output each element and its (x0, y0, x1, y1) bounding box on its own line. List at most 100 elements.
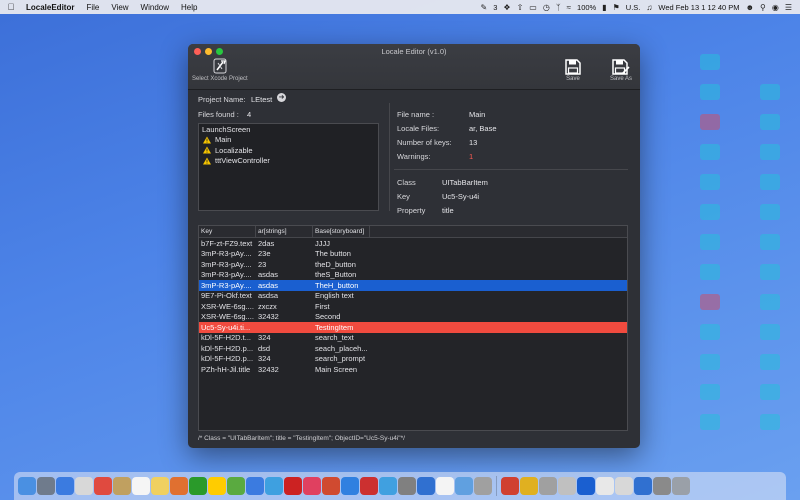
dropbox-icon[interactable]: ❖ (503, 3, 510, 12)
file-list-item[interactable]: Localizable (199, 145, 378, 156)
desktop-icon[interactable] (700, 114, 720, 130)
dock-app-icon[interactable] (18, 477, 36, 495)
dock-app-icon[interactable] (170, 477, 188, 495)
table-row[interactable]: b7F-zt-FZ9.text 2das JJJJ (199, 238, 627, 249)
menu-window[interactable]: Window (135, 3, 175, 12)
desktop-icon[interactable] (700, 84, 720, 100)
desktop-icon[interactable] (700, 144, 720, 160)
flag-icon[interactable]: ⚑ (613, 3, 620, 12)
dock-app-icon[interactable] (539, 477, 557, 495)
bluetooth-icon[interactable]: ᛉ (556, 3, 561, 12)
dock-app-icon[interactable] (360, 477, 378, 495)
notification-center-icon[interactable]: ☰ (785, 3, 792, 12)
dock-app-icon[interactable] (455, 477, 473, 495)
file-list-item[interactable]: Main (199, 135, 378, 146)
desktop-icon[interactable] (760, 174, 780, 190)
menu-view[interactable]: View (105, 3, 134, 12)
trash-icon[interactable] (672, 477, 690, 495)
dock-app-icon[interactable] (208, 477, 226, 495)
desktop-icon[interactable] (760, 354, 780, 370)
table-row[interactable]: kDl-5F-H2D.p... 324 search_prompt (199, 354, 627, 365)
file-list-item[interactable]: tttViewController (199, 156, 378, 167)
notes-icon[interactable]: ✎ (481, 3, 488, 12)
file-list-item[interactable]: LaunchScreen (199, 124, 378, 135)
desktop-icon[interactable] (700, 174, 720, 190)
user-icon[interactable]: ☻ (746, 3, 754, 12)
apple-menu-icon[interactable]:  (0, 2, 22, 12)
dock-app-icon[interactable] (189, 477, 207, 495)
desktop-icon[interactable] (760, 114, 780, 130)
dock-app-icon[interactable] (653, 477, 671, 495)
clock[interactable]: Wed Feb 13 1 12 40 PM (658, 3, 739, 12)
desktop-icon[interactable] (760, 204, 780, 220)
column-header-base[interactable]: Base[storyboard] (313, 226, 370, 237)
dock-app-icon[interactable] (265, 477, 283, 495)
table-row[interactable]: 3mP-R3-pAy.... 23 theD_button (199, 259, 627, 270)
dock-app-icon[interactable] (303, 477, 321, 495)
desktop-icon[interactable] (700, 324, 720, 340)
table-row[interactable]: XSR-WE-6sg.... 32432 Second (199, 312, 627, 323)
upload-icon[interactable]: ⇧ (517, 3, 524, 12)
desktop-icon[interactable] (700, 354, 720, 370)
table-row[interactable]: 3mP-R3-pAy.... asdas theS_Button (199, 270, 627, 281)
table-row[interactable]: kDl-5F-H2D.p... dsd seach_placeh... (199, 343, 627, 354)
keys-table[interactable]: Key ar[strings] Base[storyboard] b7F-zt-… (198, 225, 628, 431)
dock-app-icon[interactable] (520, 477, 538, 495)
column-header-key[interactable]: Key (199, 226, 256, 237)
dock-app-icon[interactable] (341, 477, 359, 495)
dock-app-icon[interactable] (56, 477, 74, 495)
table-row[interactable]: 9E7-Pi-Okf.text asdsa English text (199, 291, 627, 302)
table-row[interactable]: XSR-WE-6sg.... zxczx First (199, 301, 627, 312)
dock-app-icon[interactable] (558, 477, 576, 495)
dock-app-icon[interactable] (132, 477, 150, 495)
dock-app-icon[interactable] (398, 477, 416, 495)
desktop-icon[interactable] (760, 84, 780, 100)
dock-app-icon[interactable] (246, 477, 264, 495)
dock-app-icon[interactable] (151, 477, 169, 495)
desktop-icon[interactable] (760, 294, 780, 310)
spotlight-search-icon[interactable]: ⚲ (760, 3, 766, 12)
desktop-icon[interactable] (760, 324, 780, 340)
dock-app-icon[interactable] (596, 477, 614, 495)
desktop-icon[interactable] (700, 264, 720, 280)
dock-app-icon[interactable] (474, 477, 492, 495)
input-source[interactable]: U.S. (626, 3, 641, 12)
dock-app-icon[interactable] (615, 477, 633, 495)
desktop-icon[interactable] (700, 414, 720, 430)
files-list[interactable]: LaunchScreen Main Localizable tttViewContro… (198, 123, 379, 211)
menu-file[interactable]: File (80, 3, 105, 12)
dock-app-icon[interactable] (417, 477, 435, 495)
desktop-icon[interactable] (700, 234, 720, 250)
siri-icon[interactable]: ◉ (772, 3, 779, 12)
select-xcode-project-button[interactable]: Select Xcode Project (192, 58, 248, 82)
time-machine-icon[interactable]: ◷ (543, 3, 550, 12)
desktop-icon[interactable] (760, 144, 780, 160)
dock-app-icon[interactable] (436, 477, 454, 495)
menu-app-name[interactable]: LocaleEditor (22, 3, 80, 12)
desktop-icon[interactable] (700, 294, 720, 310)
desktop-icon[interactable] (700, 384, 720, 400)
dock-app-icon[interactable] (94, 477, 112, 495)
arrow-right-circle-icon[interactable]: ➜ (277, 93, 286, 102)
desktop-icon[interactable] (760, 414, 780, 430)
dock-app-icon[interactable] (113, 477, 131, 495)
desktop-icon[interactable] (700, 204, 720, 220)
save-as-button[interactable]: Save As (610, 58, 632, 82)
dock-app-icon[interactable] (75, 477, 93, 495)
menu-help[interactable]: Help (175, 3, 203, 12)
table-row[interactable]: PZh-hH-Jil.title 32432 Main Screen (199, 364, 627, 375)
battery-icon[interactable]: ▮ (602, 3, 606, 12)
dock-app-icon[interactable] (227, 477, 245, 495)
save-button[interactable]: Save (564, 58, 582, 82)
dock-app-icon[interactable] (284, 477, 302, 495)
dock-app-icon[interactable] (37, 477, 55, 495)
dock-app-icon[interactable] (379, 477, 397, 495)
battery-percent[interactable]: 100% (577, 3, 596, 12)
desktop-icon[interactable] (760, 384, 780, 400)
wifi-icon[interactable]: ≈ (567, 3, 571, 12)
volume-icon[interactable]: ♫ (646, 3, 652, 12)
desktop-icon[interactable] (760, 234, 780, 250)
column-header-ar[interactable]: ar[strings] (256, 226, 313, 237)
table-row[interactable]: kDl-5F-H2D.t... 324 search_text (199, 333, 627, 344)
dock-app-icon[interactable] (634, 477, 652, 495)
